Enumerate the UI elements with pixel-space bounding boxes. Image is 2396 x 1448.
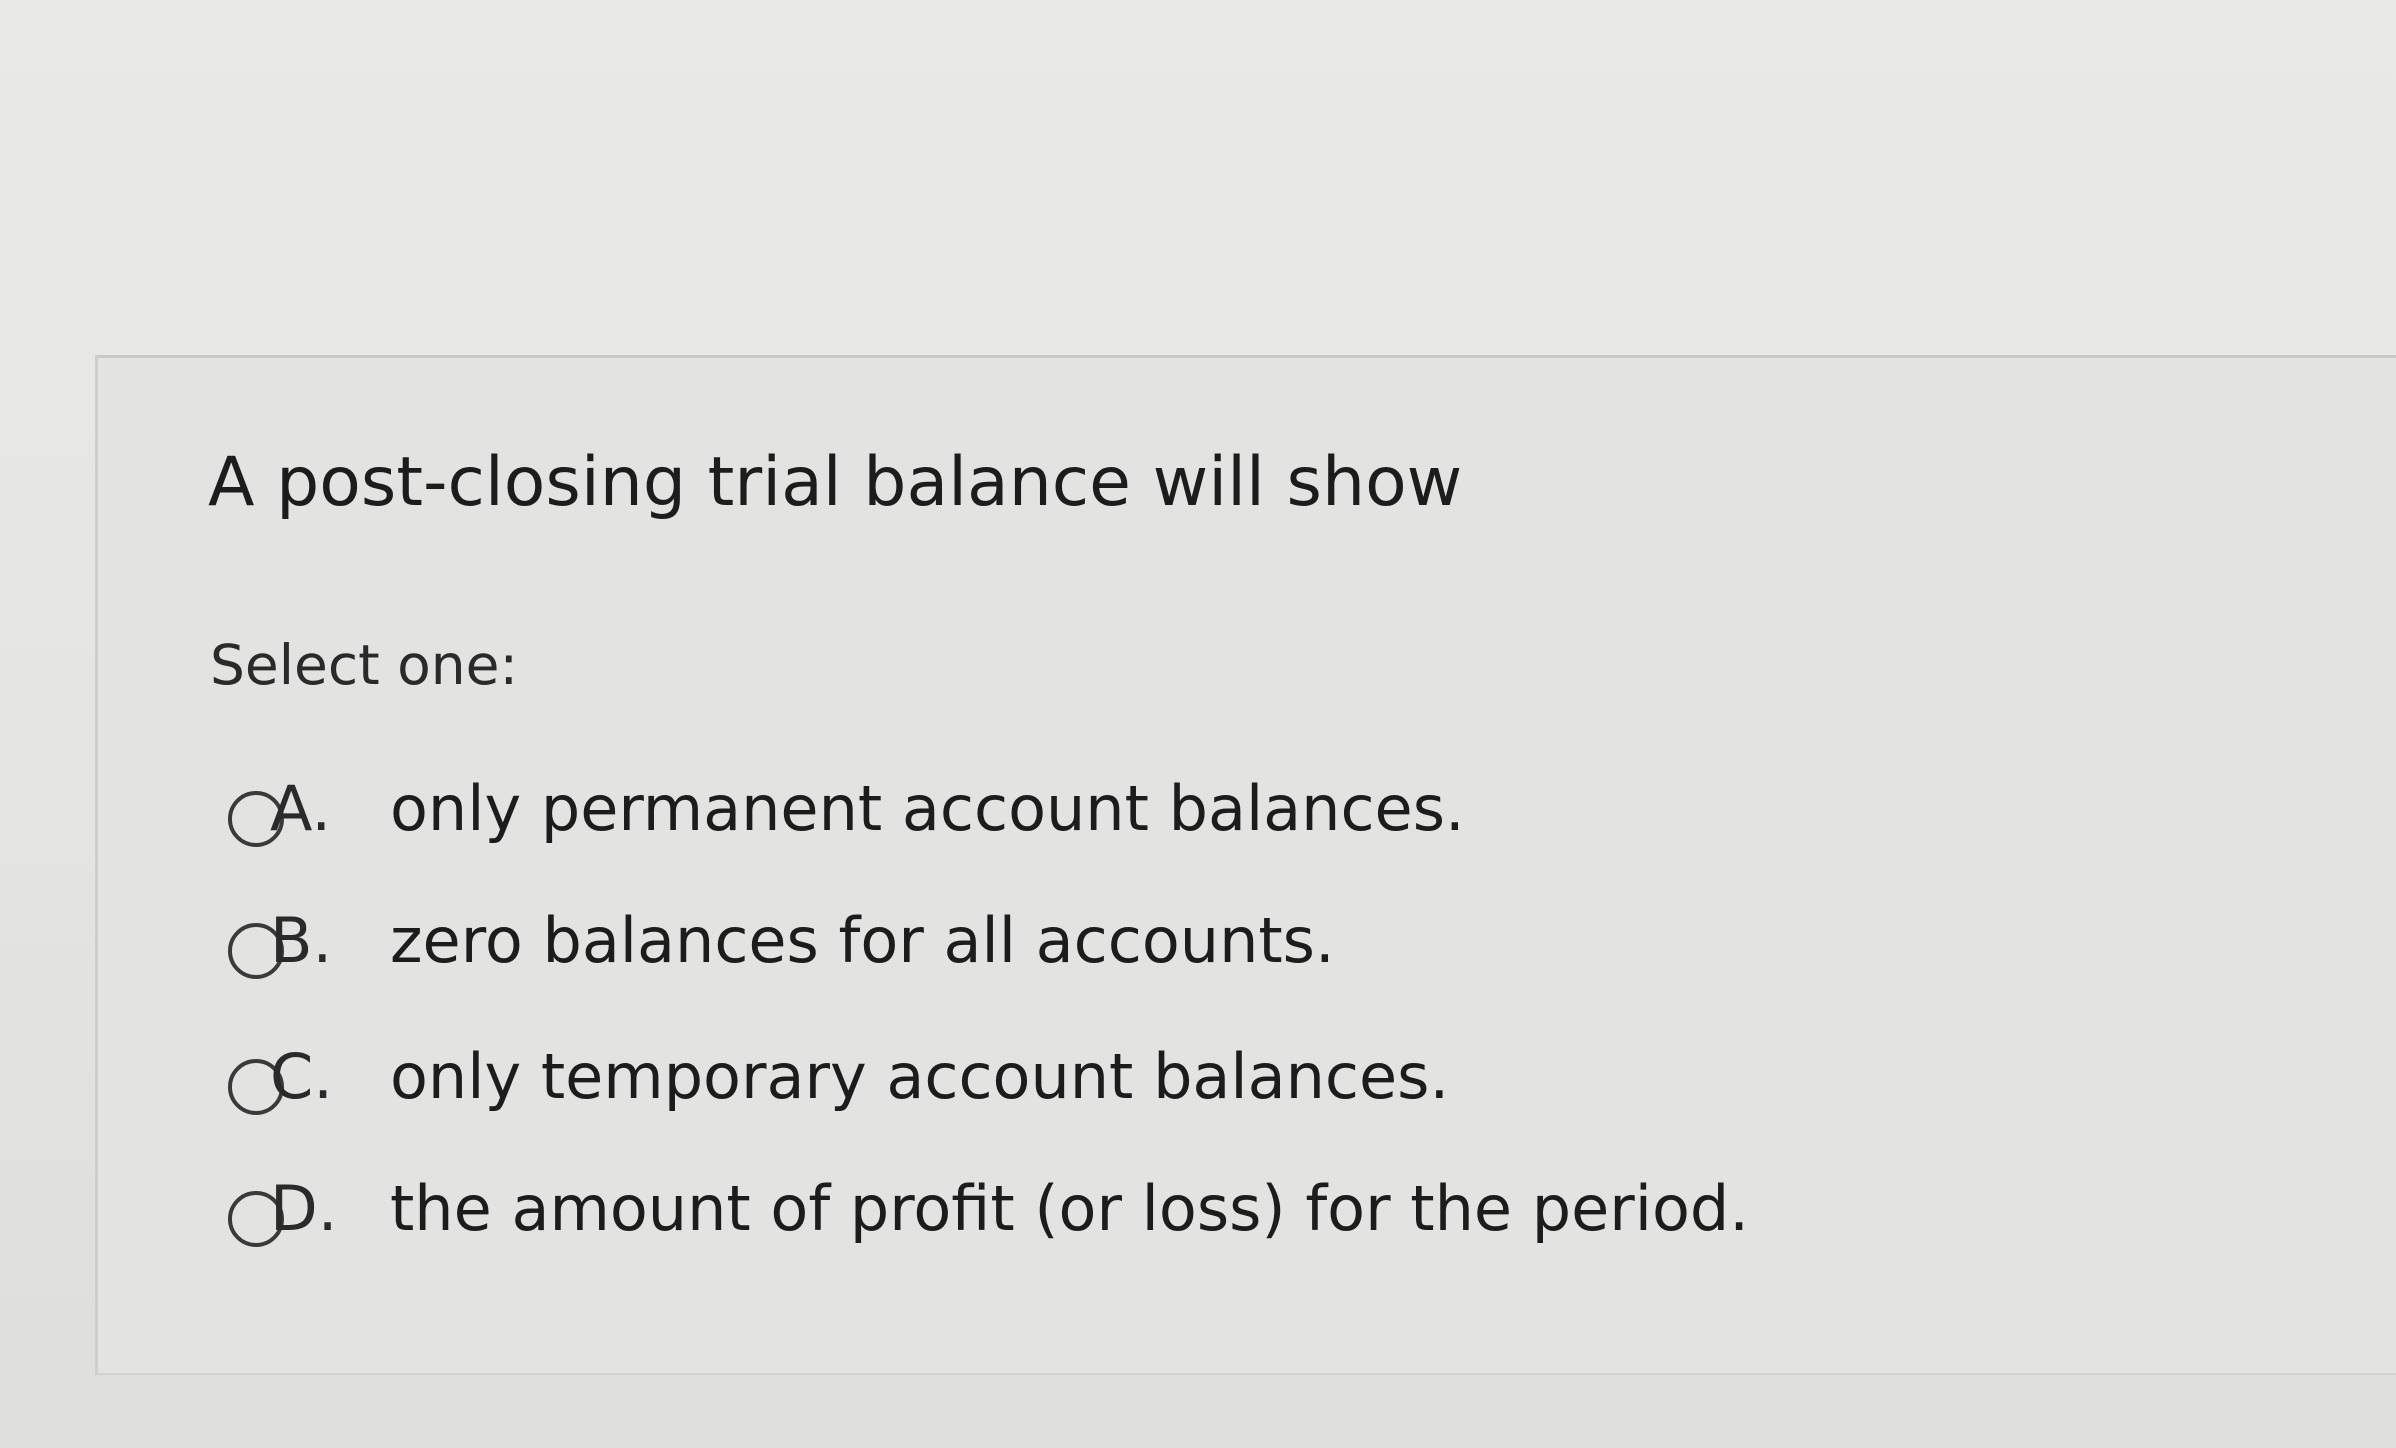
card-divider xyxy=(98,1373,2396,1375)
option-c[interactable]: C. only temporary account balances. xyxy=(228,1026,1449,1126)
option-b[interactable]: B. zero balances for all accounts. xyxy=(228,890,1335,990)
option-b-label: zero balances for all accounts. xyxy=(390,903,1335,977)
option-c-letter: C. xyxy=(270,1039,333,1113)
option-b-letter: B. xyxy=(270,903,333,977)
select-one-prompt: Select one: xyxy=(210,633,519,697)
question-card: A post-closing trial balance will show S… xyxy=(95,355,2396,1375)
option-a[interactable]: A. only permanent account balances. xyxy=(228,758,1465,858)
question-text: A post-closing trial balance will show xyxy=(208,443,1463,522)
option-d[interactable]: D. the amount of profit (or loss) for th… xyxy=(228,1158,1749,1258)
option-c-label: only temporary account balances. xyxy=(390,1039,1450,1113)
option-d-label: the amount of profit (or loss) for the p… xyxy=(390,1171,1749,1245)
option-a-letter: A. xyxy=(270,771,332,845)
option-a-label: only permanent account balances. xyxy=(390,771,1465,845)
option-d-letter: D. xyxy=(270,1171,338,1245)
